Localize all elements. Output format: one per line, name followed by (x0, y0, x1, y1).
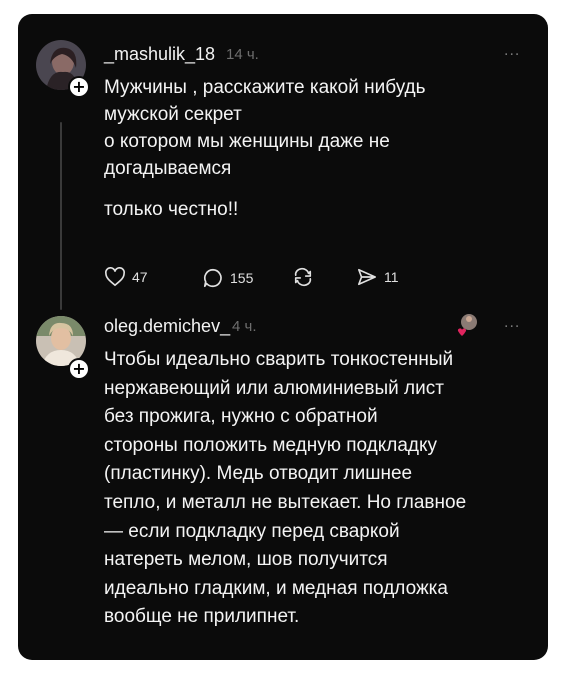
comment-bubble-icon (203, 268, 222, 288)
more-options-icon[interactable]: ... (504, 42, 520, 60)
reply-line: — если подкладку перед сваркой (104, 520, 400, 542)
thread-line (60, 122, 62, 310)
send-icon (358, 268, 376, 286)
post-line: о котором мы женщины даже не (104, 131, 390, 152)
post-line: мужской секрет (104, 104, 242, 125)
reply-line: без прожига, нужно с обратной (104, 406, 378, 428)
follow-plus-icon[interactable]: + (68, 358, 90, 380)
share-count: 11 (384, 269, 399, 285)
post-line: только честно!! (104, 199, 239, 220)
post-line: Мужчины , расскажите какой нибудь (104, 77, 426, 98)
follow-plus-icon[interactable]: + (68, 76, 90, 98)
post-line: догадываемся (104, 158, 232, 179)
author-liked-icon (456, 312, 480, 336)
share-button[interactable]: 11 (356, 267, 399, 287)
like-count: 47 (132, 269, 148, 285)
username[interactable]: _mashulik_18 (104, 44, 215, 65)
reply-line: идеально гладким, и медная подложка (104, 577, 448, 599)
reply-line: (пластинку). Медь отводит лишнее (104, 463, 413, 485)
reply-line: вообще не прилипнет. (104, 606, 300, 628)
timestamp: 14 ч. (226, 46, 259, 63)
threads-card: + _mashulik_18 14 ч. ... Мужчины , расск… (18, 14, 548, 660)
comment-count: 155 (230, 270, 254, 286)
reply-text: Чтобы идеально сварить тонкостенный нерж… (104, 346, 466, 632)
repost-icon (294, 267, 312, 287)
more-options-icon[interactable]: ... (504, 314, 520, 332)
username[interactable]: oleg.demichev_ (104, 316, 230, 337)
like-button[interactable]: 47 (104, 267, 148, 287)
post-text: Мужчины , расскажите какой нибудь мужско… (104, 74, 426, 223)
reply-line: нержавеющий или алюминиевый лист (104, 377, 444, 399)
heart-icon (105, 267, 125, 287)
timestamp: 4 ч. (232, 318, 257, 335)
reply-line: стороны положить медную подкладку (104, 434, 438, 456)
reply-line: тепло, и металл не вытекает. Но главное (104, 491, 467, 513)
reply-line: Чтобы идеально сварить тонкостенный (104, 349, 454, 370)
reply-line: натереть мелом, шов получится (104, 549, 388, 571)
repost-button[interactable] (292, 267, 314, 287)
comment-button[interactable]: 155 (202, 267, 253, 289)
